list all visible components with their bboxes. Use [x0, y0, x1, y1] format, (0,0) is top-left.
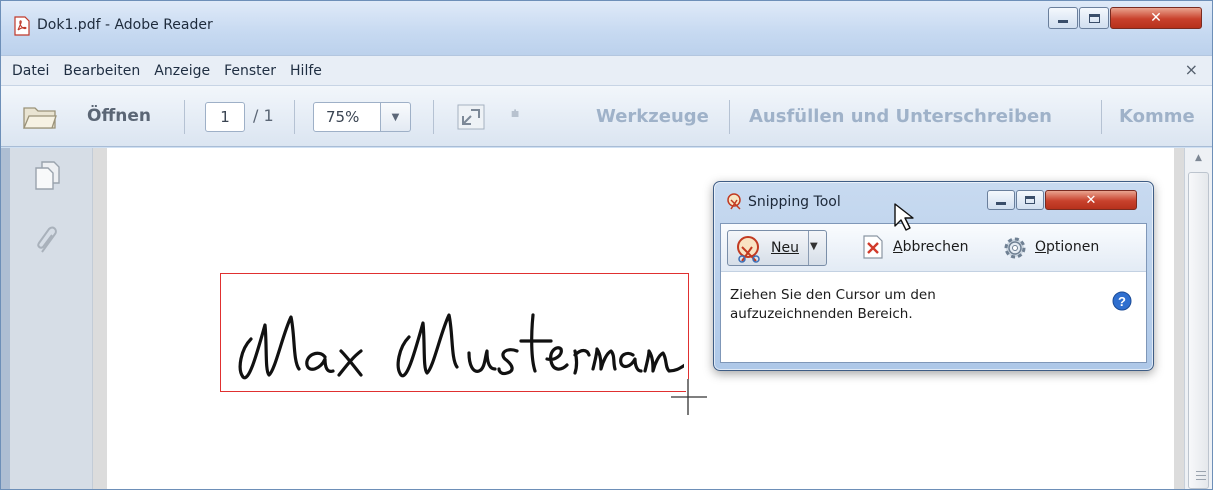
- toolbar-divider: [1101, 100, 1102, 134]
- window-title: Dok1.pdf - Adobe Reader: [37, 17, 213, 33]
- maximize-button[interactable]: [1079, 7, 1109, 29]
- paperclip-icon[interactable]: [34, 222, 60, 256]
- scissors-icon: [727, 193, 741, 210]
- scroll-thumb[interactable]: [1188, 172, 1209, 489]
- crosshair-cursor-icon: [671, 379, 707, 415]
- toolbar-divider: [729, 100, 730, 134]
- arrow-cursor-icon: [894, 203, 914, 231]
- vertical-scrollbar[interactable]: ▲: [1184, 148, 1212, 489]
- snip-maximize-button[interactable]: [1016, 190, 1044, 210]
- close-icon: ✕: [1150, 10, 1162, 26]
- fill-sign-pane-button[interactable]: Ausfüllen und Unterschreiben: [749, 106, 1052, 127]
- navigation-strip: [1, 148, 10, 489]
- folder-icon[interactable]: [23, 104, 57, 130]
- minimize-icon: [1058, 19, 1068, 23]
- page-number-input[interactable]: 1: [205, 102, 245, 132]
- close-document-icon[interactable]: ×: [1185, 60, 1198, 79]
- menu-bar: Datei Bearbeiten Anzeige Fenster Hilfe ×: [1, 55, 1212, 85]
- snip-minimize-button[interactable]: [987, 190, 1015, 210]
- scissors-icon: [737, 236, 760, 263]
- menu-edit[interactable]: Bearbeiten: [56, 63, 147, 79]
- navigation-panel: [1, 148, 93, 489]
- gear-icon[interactable]: [1001, 234, 1029, 262]
- tools-pane-button[interactable]: Werkzeuge: [596, 106, 709, 127]
- toolbar-divider: [433, 100, 434, 134]
- minimize-icon: [996, 201, 1006, 205]
- menu-view[interactable]: Anzeige: [147, 63, 217, 79]
- comment-pane-button[interactable]: Komme: [1119, 106, 1195, 127]
- chevron-down-icon[interactable]: ▼: [810, 241, 818, 252]
- fullscreen-icon[interactable]: [457, 104, 485, 130]
- adobe-reader-window: Dok1.pdf - Adobe Reader ✕ Datei Bearbeit…: [0, 0, 1213, 490]
- split-divider: [808, 231, 809, 265]
- adobe-pdf-icon: [14, 16, 30, 36]
- close-icon: ✕: [1085, 192, 1097, 208]
- options-button[interactable]: Optionen: [1035, 239, 1099, 255]
- maximize-icon: [1025, 196, 1035, 204]
- open-button[interactable]: Öffnen: [87, 106, 151, 126]
- handwritten-signature: [238, 313, 684, 380]
- snipping-tool-title: Snipping Tool: [748, 194, 841, 210]
- toolbar-divider: [294, 100, 295, 134]
- menu-window[interactable]: Fenster: [217, 63, 283, 79]
- close-button[interactable]: ✕: [1110, 7, 1202, 29]
- new-snip-button[interactable]: Neu ▼: [727, 230, 827, 266]
- svg-text:?: ?: [1118, 294, 1126, 309]
- pages-icon[interactable]: [34, 160, 60, 190]
- menu-file[interactable]: Datei: [5, 63, 56, 79]
- scroll-grip-icon: [1196, 471, 1206, 480]
- cancel-icon[interactable]: [863, 235, 883, 259]
- title-bar: Dok1.pdf - Adobe Reader ✕: [1, 1, 1212, 55]
- toolbar-overflow-icon[interactable]: ⩧: [511, 106, 519, 122]
- cancel-button[interactable]: Abbrechen: [893, 239, 968, 255]
- menu-help[interactable]: Hilfe: [283, 63, 329, 79]
- toolbar: Öffnen 1 / 1 75% ▼ ⩧ Werkzeuge Ausfüllen…: [1, 85, 1212, 147]
- chevron-down-icon: ▼: [391, 111, 400, 123]
- zoom-input[interactable]: 75%: [313, 102, 381, 132]
- maximize-icon: [1088, 13, 1100, 23]
- snip-instructions: Ziehen Sie den Cursor um den aufzuzeichn…: [730, 287, 936, 322]
- minimize-button[interactable]: [1048, 7, 1078, 29]
- zoom-dropdown-button[interactable]: ▼: [381, 102, 411, 132]
- snip-close-button[interactable]: ✕: [1045, 190, 1137, 210]
- snipping-tool-window: Snipping Tool ✕ Neu ▼ Abbrechen Optionen…: [713, 181, 1154, 371]
- snipping-tool-toolbar: Neu ▼ Abbrechen Optionen: [721, 224, 1146, 272]
- help-icon[interactable]: ?: [1112, 291, 1132, 311]
- scroll-up-icon[interactable]: ▲: [1185, 148, 1212, 168]
- snipping-tool-body: Neu ▼ Abbrechen Optionen Ziehen Sie den …: [720, 223, 1147, 363]
- page-total: / 1: [253, 106, 274, 125]
- new-snip-label: Neu: [771, 240, 799, 256]
- toolbar-divider: [184, 100, 185, 134]
